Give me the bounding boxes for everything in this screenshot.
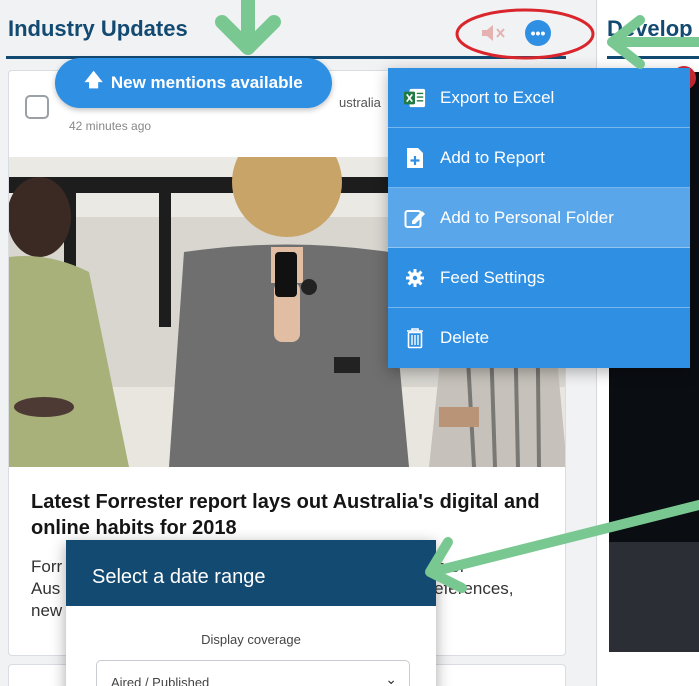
arrow-up-icon: 🡅 (84, 70, 103, 90)
speaker-mute-icon[interactable] (478, 22, 510, 44)
trash-icon (404, 327, 426, 349)
gear-icon (404, 267, 426, 289)
menu-item-delete[interactable]: Delete (388, 308, 690, 368)
ellipsis-icon: ••• (530, 25, 546, 41)
menu-item-label: Export to Excel (440, 87, 555, 107)
new-mentions-button[interactable]: 🡅 New mentions available (55, 58, 332, 108)
more-options-menu: Export to Excel Add to Report Add to Per… (388, 68, 690, 368)
menu-item-add-report[interactable]: Add to Report (388, 128, 690, 188)
date-range-modal: Select a date range Display coverage Air… (66, 540, 436, 686)
menu-item-feed-settings[interactable]: Feed Settings (388, 248, 690, 308)
menu-item-personal-folder[interactable]: Add to Personal Folder (388, 188, 690, 248)
new-mentions-label: New mentions available (110, 73, 303, 92)
right-feed-image-lower (609, 542, 699, 652)
menu-item-label: Delete (440, 328, 490, 347)
chevron-down-icon: ⌄ (385, 671, 397, 686)
date-modal-title: Select a date range (66, 540, 436, 606)
select-checkbox[interactable] (25, 95, 49, 119)
edit-folder-icon (404, 207, 426, 229)
display-coverage-label: Display coverage (201, 632, 301, 647)
snippet-line: Aus (31, 579, 61, 598)
feed-title: Industry Updates (8, 16, 188, 41)
coverage-select[interactable]: Aired / Published ⌄ (96, 660, 410, 686)
snippet-line: new (31, 601, 63, 620)
menu-item-label: Add to Report (440, 147, 545, 167)
snippet-line-right: s of (437, 557, 465, 576)
menu-item-label: Add to Personal Folder (440, 207, 614, 227)
menu-item-export-excel[interactable]: Export to Excel (388, 68, 690, 128)
coverage-select-value: Aired / Published (111, 675, 210, 686)
excel-icon (404, 87, 426, 109)
menu-item-label: Feed Settings (440, 267, 545, 287)
right-title-underline (607, 56, 699, 59)
card-timestamp: 42 minutes ago (69, 119, 152, 133)
article-headline[interactable]: Latest Forrester report lays out Austral… (31, 489, 551, 541)
arrow-down-annotation (215, 0, 281, 55)
more-options-button[interactable]: ••• (525, 20, 551, 46)
snippet-line: Forr (31, 557, 63, 576)
card-source[interactable]: ustralia (339, 95, 381, 110)
add-report-icon (404, 147, 426, 169)
right-feed-title: Develop (607, 16, 693, 41)
